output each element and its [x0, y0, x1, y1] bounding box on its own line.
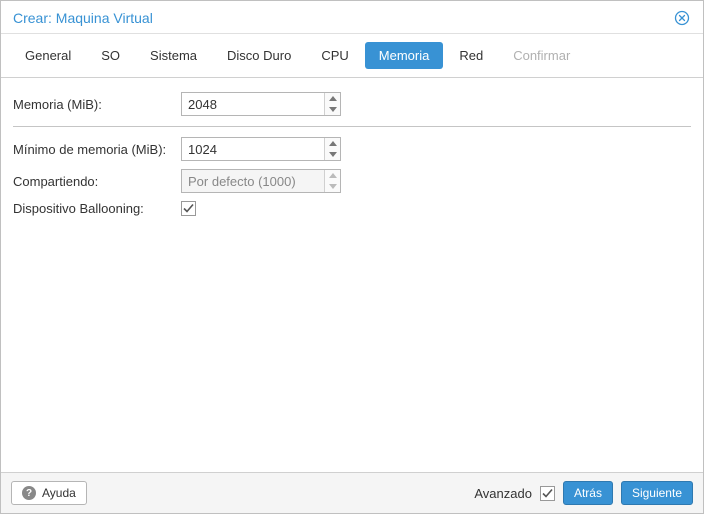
memory-spinner-up[interactable] [325, 93, 340, 104]
title-bar: Crear: Maquina Virtual [1, 1, 703, 34]
tab-general[interactable]: General [11, 42, 85, 69]
minmemory-spinner-up[interactable] [325, 138, 340, 149]
minmemory-spinner [181, 137, 341, 161]
advanced-label: Avanzado [474, 486, 532, 501]
shares-spinner-up[interactable] [325, 170, 340, 181]
back-button[interactable]: Atrás [563, 481, 613, 505]
minmemory-spinner-down[interactable] [325, 149, 340, 160]
shares-spinner-down[interactable] [325, 181, 340, 192]
chevron-up-icon [329, 96, 337, 101]
check-icon [542, 488, 553, 499]
tab-bar: General SO Sistema Disco Duro CPU Memori… [1, 34, 703, 78]
footer: ? Ayuda Avanzado Atrás Siguiente [1, 472, 703, 513]
chevron-down-icon [329, 107, 337, 112]
help-icon: ? [22, 486, 36, 500]
memory-input[interactable] [181, 92, 341, 116]
balloon-checkbox[interactable] [181, 201, 196, 216]
close-icon [674, 10, 690, 26]
next-button[interactable]: Siguiente [621, 481, 693, 505]
memory-spinner-triggers [324, 93, 340, 115]
footer-left: ? Ayuda [11, 481, 87, 505]
footer-right: Avanzado Atrás Siguiente [474, 481, 693, 505]
close-button[interactable] [673, 9, 691, 27]
memory-spinner [181, 92, 341, 116]
tab-cpu[interactable]: CPU [307, 42, 362, 69]
label-minmemory: Mínimo de memoria (MiB): [13, 142, 181, 157]
chevron-down-icon [329, 152, 337, 157]
label-balloon: Dispositivo Ballooning: [13, 201, 181, 216]
chevron-up-icon [329, 173, 337, 178]
advanced-checkbox[interactable] [540, 486, 555, 501]
tab-system[interactable]: Sistema [136, 42, 211, 69]
label-shares: Compartiendo: [13, 174, 181, 189]
tab-memory[interactable]: Memoria [365, 42, 444, 69]
shares-triggers [324, 170, 340, 192]
row-balloon: Dispositivo Ballooning: [13, 197, 691, 220]
tab-disk[interactable]: Disco Duro [213, 42, 305, 69]
separator [13, 126, 691, 127]
chevron-down-icon [329, 184, 337, 189]
dialog-title: Crear: Maquina Virtual [13, 10, 153, 26]
content-area: Memoria (MiB): Mínimo de memoria (MiB): [1, 78, 703, 472]
help-button[interactable]: ? Ayuda [11, 481, 87, 505]
chevron-up-icon [329, 141, 337, 146]
tab-os[interactable]: SO [87, 42, 134, 69]
tab-network[interactable]: Red [445, 42, 497, 69]
dialog-window: Crear: Maquina Virtual General SO Sistem… [0, 0, 704, 514]
help-label: Ayuda [42, 486, 76, 500]
row-memory: Memoria (MiB): [13, 88, 691, 120]
tab-confirm: Confirmar [499, 42, 584, 69]
row-shares: Compartiendo: [13, 165, 691, 197]
shares-input[interactable] [181, 169, 341, 193]
label-memory: Memoria (MiB): [13, 97, 181, 112]
check-icon [183, 203, 194, 214]
minmemory-input[interactable] [181, 137, 341, 161]
minmemory-spinner-triggers [324, 138, 340, 160]
shares-combo [181, 169, 341, 193]
row-minmemory: Mínimo de memoria (MiB): [13, 133, 691, 165]
memory-spinner-down[interactable] [325, 104, 340, 115]
